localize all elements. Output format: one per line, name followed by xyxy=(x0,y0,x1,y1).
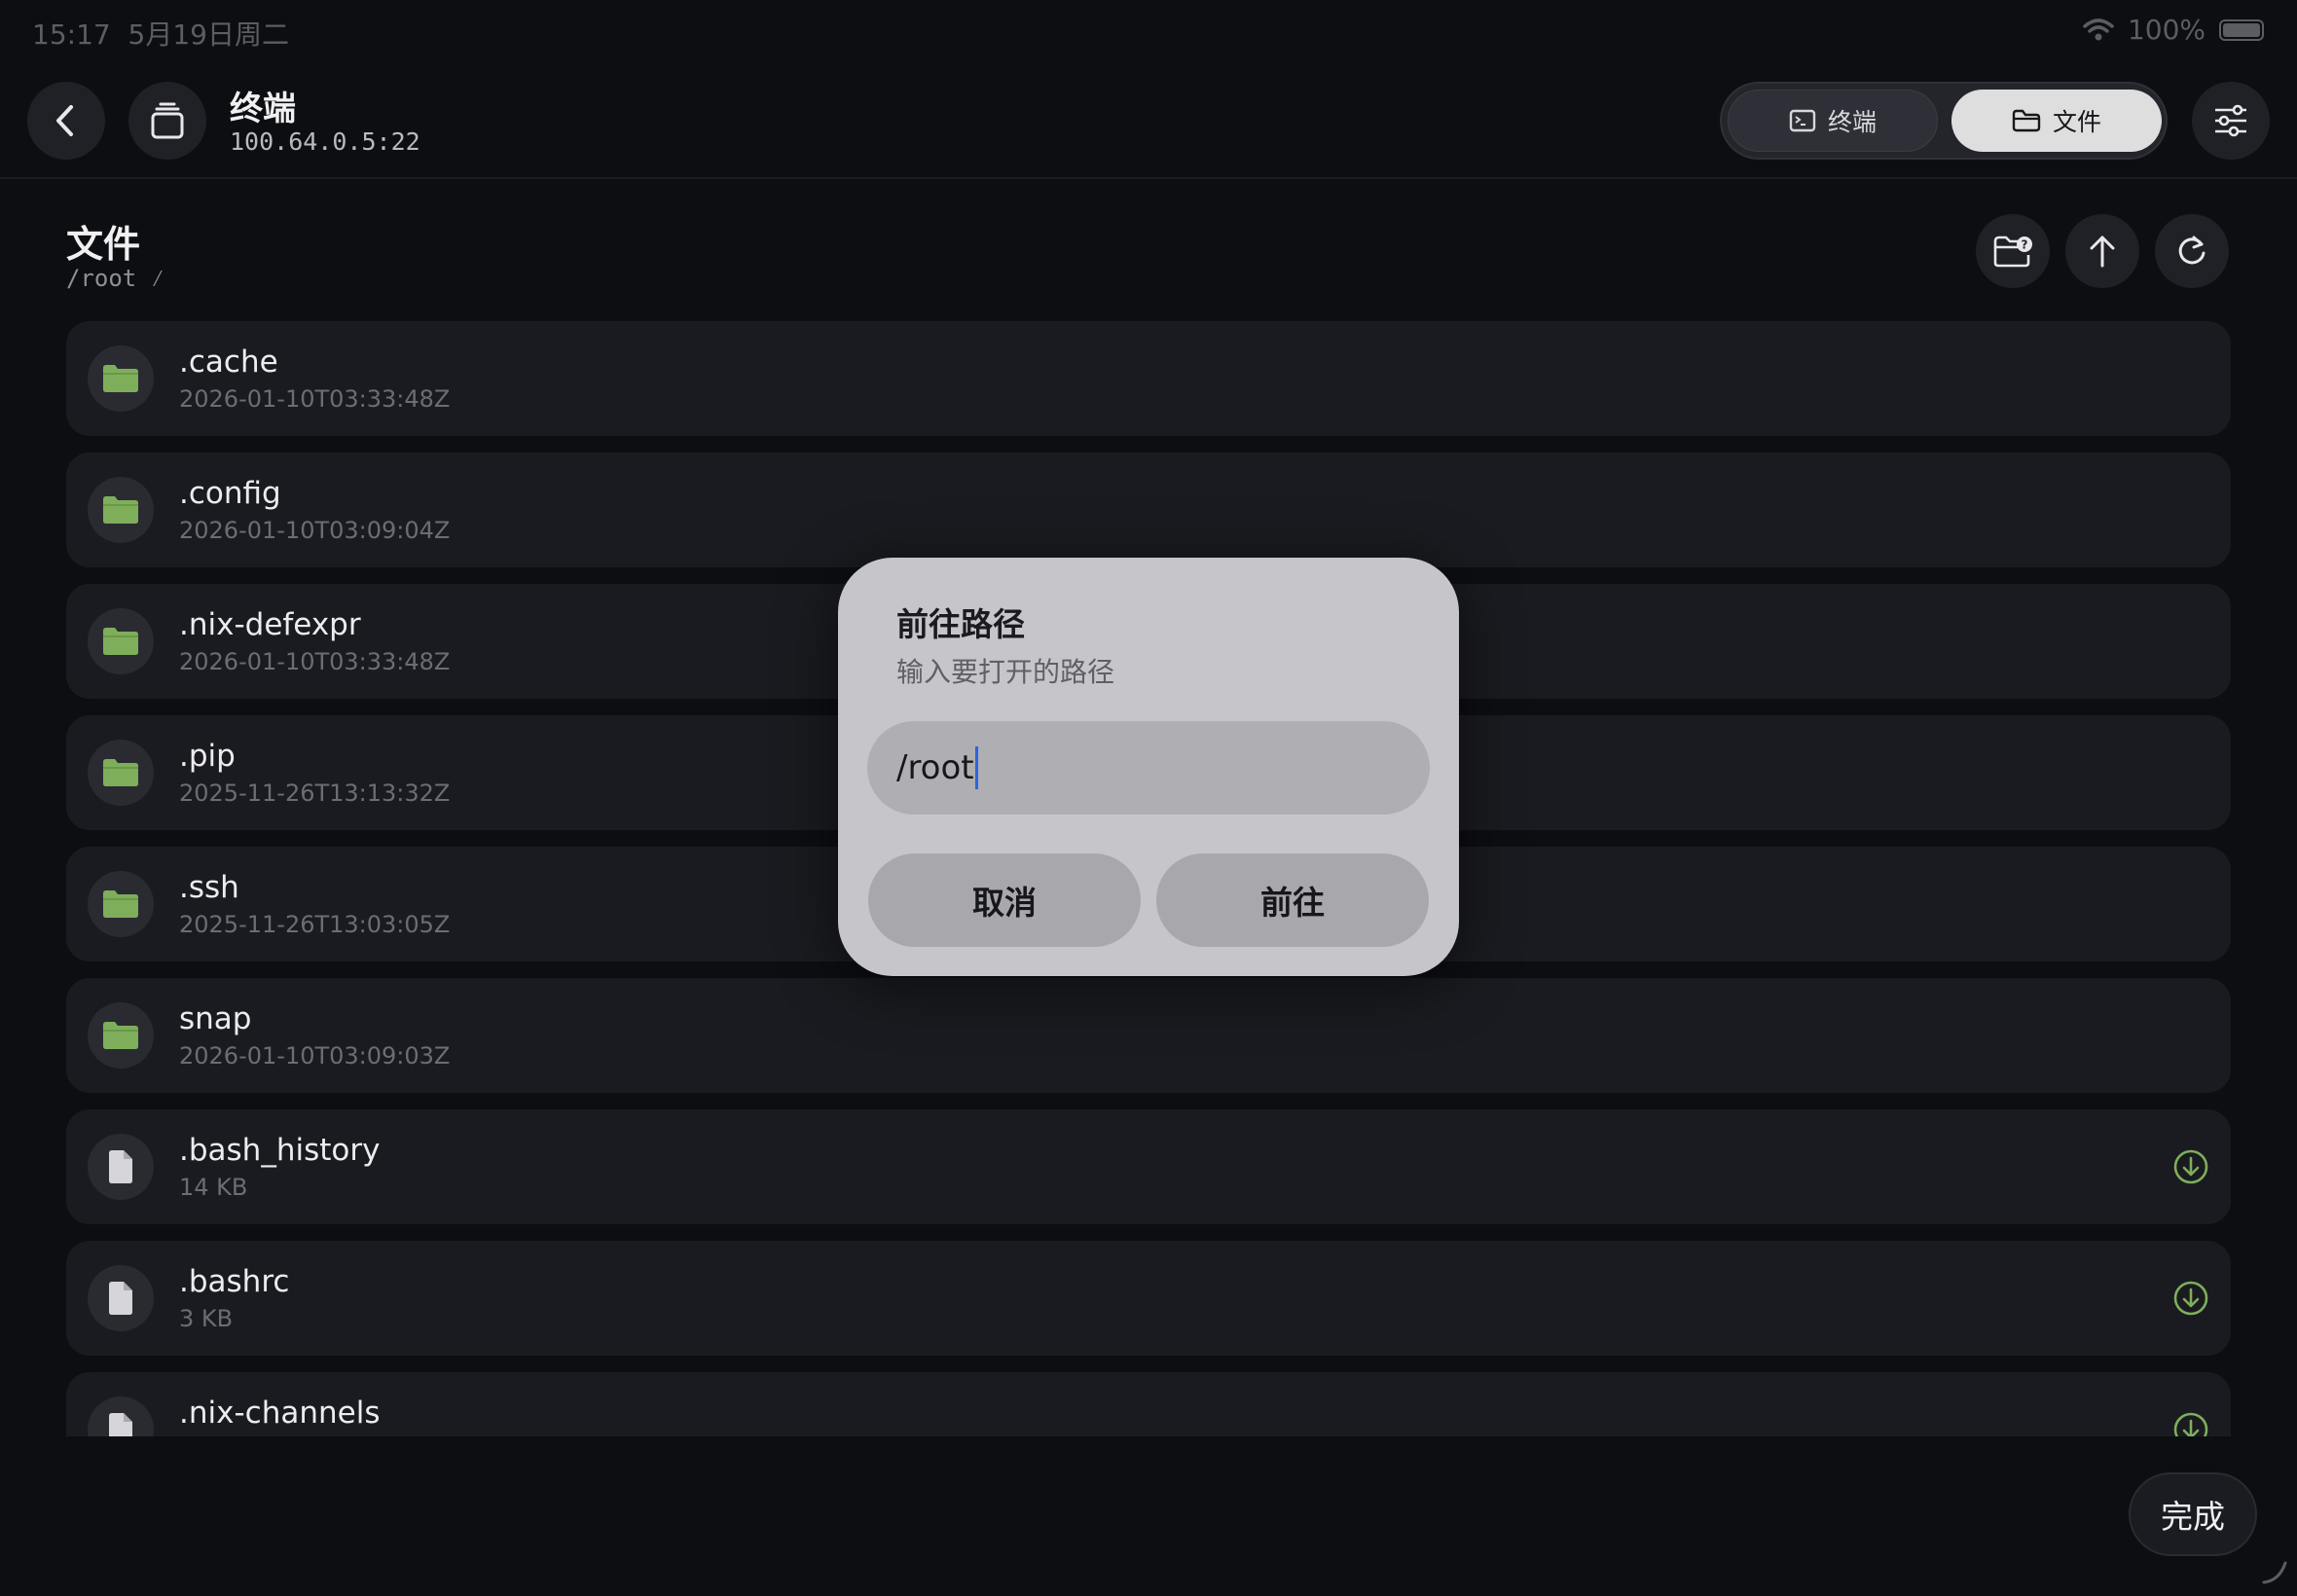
list-item[interactable]: .bashrc 3 KB xyxy=(66,1241,2231,1356)
file-name: .config xyxy=(179,476,281,511)
settings-button[interactable] xyxy=(2192,82,2270,160)
list-item[interactable]: .bash_history 14 KB xyxy=(66,1109,2231,1224)
path-input[interactable]: /root xyxy=(867,721,1430,815)
tab-terminal[interactable]: 终端 xyxy=(1728,90,1938,152)
header-divider xyxy=(0,177,2297,179)
sliders-icon xyxy=(2215,104,2246,137)
folder-question-icon: ? xyxy=(1993,236,2032,268)
current-path: /root ⁄ xyxy=(66,265,165,292)
refresh-icon xyxy=(2178,236,2206,265)
list-item[interactable]: .nix-channels xyxy=(66,1372,2231,1436)
file-modified: 2026-01-10T03:33:48Z xyxy=(179,385,451,413)
go-to-path-button[interactable]: ? xyxy=(1976,214,2050,288)
file-modified: 2026-01-10T03:33:48Z xyxy=(179,648,451,675)
status-date-text: 5月19日周二 xyxy=(128,18,289,51)
folder-icon xyxy=(88,1002,154,1069)
download-icon[interactable] xyxy=(2172,1280,2209,1317)
file-name: .pip xyxy=(179,739,236,774)
file-name: .ssh xyxy=(179,870,239,905)
list-item[interactable]: .cache 2026-01-10T03:33:48Z xyxy=(66,321,2231,436)
tab-terminal-label: 终端 xyxy=(1827,108,1877,136)
done-button[interactable]: 完成 xyxy=(2129,1472,2257,1556)
arrow-up-icon xyxy=(2090,236,2115,268)
download-icon[interactable] xyxy=(2172,1148,2209,1185)
svg-text:?: ? xyxy=(2022,238,2028,252)
tab-files-label: 文件 xyxy=(2052,108,2101,136)
host-address: 100.64.0.5:22 xyxy=(230,127,420,156)
back-button[interactable] xyxy=(27,82,105,160)
folder-icon xyxy=(88,740,154,806)
status-time-text: 15:17 xyxy=(32,18,111,51)
terminal-icon xyxy=(1789,109,1816,132)
file-size: 14 KB xyxy=(179,1174,248,1201)
chevron-left-icon xyxy=(56,105,73,136)
file-name: .cache xyxy=(179,345,278,380)
folder-outline-icon xyxy=(2012,109,2041,132)
text-caret xyxy=(974,746,978,789)
list-item[interactable]: snap 2026-01-10T03:09:03Z xyxy=(66,978,2231,1093)
parent-directory-button[interactable] xyxy=(2065,214,2139,288)
folder-icon xyxy=(88,477,154,543)
status-right: 100% xyxy=(2083,14,2264,46)
sessions-button[interactable] xyxy=(128,82,206,160)
resize-handle-icon[interactable] xyxy=(2260,1557,2289,1586)
file-name: .bash_history xyxy=(179,1133,381,1168)
file-size: 3 KB xyxy=(179,1305,234,1332)
file-icon xyxy=(88,1396,154,1436)
mode-segmented-control: 终端 文件 xyxy=(1720,82,2168,160)
folder-icon xyxy=(88,608,154,674)
folder-icon xyxy=(88,871,154,937)
file-name: .nix-channels xyxy=(179,1396,381,1431)
status-time: 15:17 5月19日周二 xyxy=(32,14,289,53)
page-title: 终端 xyxy=(230,90,296,128)
battery-icon xyxy=(2219,18,2264,41)
download-icon[interactable] xyxy=(2172,1411,2209,1436)
wifi-icon xyxy=(2083,18,2114,40)
section-title: 文件 xyxy=(66,223,141,266)
file-icon xyxy=(88,1265,154,1331)
refresh-button[interactable] xyxy=(2155,214,2229,288)
confirm-go-button[interactable]: 前往 xyxy=(1156,853,1429,947)
list-item[interactable]: .config 2026-01-10T03:09:04Z xyxy=(66,453,2231,567)
file-modified: 2025-11-26T13:03:05Z xyxy=(179,911,451,938)
dialog-message: 输入要打开的路径 xyxy=(896,656,1115,688)
dialog-title: 前往路径 xyxy=(896,605,1025,643)
file-name: .nix-defexpr xyxy=(179,607,361,642)
go-to-path-dialog: 前往路径 输入要打开的路径 /root 取消 前往 xyxy=(838,558,1459,976)
file-name: snap xyxy=(179,1001,252,1036)
file-modified: 2025-11-26T13:13:32Z xyxy=(179,780,451,807)
path-input-value: /root xyxy=(896,748,974,787)
file-modified: 2026-01-10T03:09:04Z xyxy=(179,517,451,544)
battery-percent: 100% xyxy=(2127,14,2206,46)
folder-icon xyxy=(88,345,154,412)
stack-icon xyxy=(151,102,184,139)
file-icon xyxy=(88,1134,154,1200)
tab-files[interactable]: 文件 xyxy=(1951,90,2162,152)
file-modified: 2026-01-10T03:09:03Z xyxy=(179,1042,451,1070)
cancel-button[interactable]: 取消 xyxy=(868,853,1141,947)
file-name: .bashrc xyxy=(179,1264,290,1299)
